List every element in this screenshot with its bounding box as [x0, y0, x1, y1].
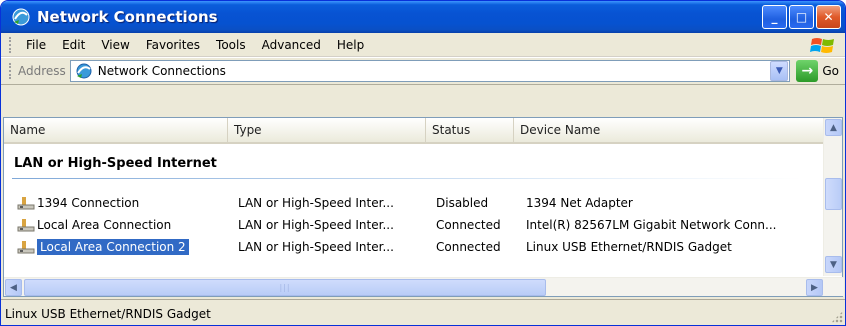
go-label: Go: [822, 64, 839, 78]
connection-name: Local Area Connection: [37, 218, 172, 232]
menu-edit[interactable]: Edit: [54, 38, 93, 52]
list-item[interactable]: Local Area Connection LAN or High-Speed …: [4, 214, 814, 236]
device-name: 1394 Net Adapter: [526, 196, 633, 210]
chevron-down-icon: ▼: [830, 259, 837, 270]
address-value: Network Connections: [97, 64, 226, 78]
list-item-selected[interactable]: Local Area Connection 2 LAN or High-Spee…: [4, 236, 814, 258]
column-header-type[interactable]: Type: [228, 118, 426, 142]
connection-type: LAN or High-Speed Inter...: [238, 218, 394, 232]
title-bar[interactable]: Network Connections _ □ ✕: [1, 1, 845, 33]
vertical-scroll-thumb[interactable]: [825, 178, 842, 210]
network-connections-icon: [76, 63, 92, 79]
connections-list: Name Type Status Device Name LAN or High…: [3, 117, 844, 297]
menu-tools[interactable]: Tools: [208, 38, 254, 52]
name-cell: Local Area Connection 2: [16, 239, 189, 255]
menu-file[interactable]: File: [18, 38, 54, 52]
menu-grip[interactable]: [9, 36, 12, 53]
scroll-right-button[interactable]: ▶: [806, 279, 823, 296]
device-name: Intel(R) 82567LM Gigabit Network Conn...: [526, 218, 777, 232]
address-bar: Address Network Connections ▼ → Go: [1, 57, 845, 85]
address-field[interactable]: Network Connections ▼: [69, 60, 791, 82]
connection-status: Connected: [436, 240, 501, 254]
connection-status: Disabled: [436, 196, 489, 210]
close-button[interactable]: ✕: [816, 5, 841, 29]
maximize-icon: □: [795, 10, 808, 24]
status-text: Linux USB Ethernet/RNDIS Gadget: [5, 306, 211, 321]
menu-advanced[interactable]: Advanced: [254, 38, 329, 52]
status-bar: Linux USB Ethernet/RNDIS Gadget: [1, 299, 845, 325]
scroll-up-button[interactable]: ▲: [825, 119, 842, 136]
network-connections-window: Network Connections _ □ ✕ File Edit View…: [0, 0, 846, 326]
window-title: Network Connections: [37, 8, 218, 26]
vertical-scrollbar[interactable]: ▲ ▼: [823, 118, 842, 276]
connection-type: LAN or High-Speed Inter...: [238, 196, 394, 210]
menu-favorites[interactable]: Favorites: [138, 38, 208, 52]
network-adapter-icon: [17, 219, 35, 232]
scroll-left-button[interactable]: ◀: [5, 279, 22, 296]
column-header-status[interactable]: Status: [426, 118, 514, 142]
horizontal-scroll-thumb[interactable]: |||: [24, 279, 546, 296]
column-header-name[interactable]: Name: [4, 118, 228, 142]
connection-status: Connected: [436, 218, 501, 232]
connection-name: 1394 Connection: [37, 196, 140, 210]
horizontal-scrollbar[interactable]: ◀ ||| ▶: [4, 277, 844, 296]
network-adapter-icon: [17, 241, 35, 254]
group-title: LAN or High-Speed Internet: [14, 156, 217, 171]
minimize-button[interactable]: _: [762, 5, 787, 29]
menu-help[interactable]: Help: [329, 38, 372, 52]
connection-name: Local Area Connection 2: [37, 239, 189, 255]
chevron-down-icon[interactable]: ▼: [770, 61, 789, 81]
windows-logo-icon: [810, 38, 834, 53]
column-headers: Name Type Status Device Name: [4, 118, 824, 144]
address-label: Address: [18, 64, 66, 78]
arrow-right-icon: →: [796, 60, 819, 82]
column-header-device-name[interactable]: Device Name: [514, 118, 824, 142]
close-icon: ✕: [823, 10, 834, 24]
chevron-right-icon: ▶: [811, 282, 818, 293]
list-item[interactable]: 1394 Connection LAN or High-Speed Inter.…: [4, 192, 814, 214]
maximize-button[interactable]: □: [789, 5, 814, 29]
menu-view[interactable]: View: [93, 38, 137, 52]
scroll-down-button[interactable]: ▼: [825, 256, 842, 273]
network-connections-icon: [12, 8, 30, 26]
menu-bar: File Edit View Favorites Tools Advanced …: [1, 33, 845, 57]
group-divider: [12, 178, 802, 179]
name-cell: Local Area Connection: [16, 217, 171, 233]
go-button[interactable]: → Go: [796, 60, 839, 82]
address-grip[interactable]: [9, 63, 12, 79]
minimize-icon: _: [771, 10, 778, 24]
name-cell: 1394 Connection: [16, 195, 139, 211]
resize-grip-icon[interactable]: [831, 311, 843, 323]
connection-type: LAN or High-Speed Inter...: [238, 240, 394, 254]
network-adapter-icon: [17, 197, 35, 210]
chevron-left-icon: ◀: [10, 282, 17, 293]
chevron-up-icon: ▲: [830, 122, 837, 133]
device-name: Linux USB Ethernet/RNDIS Gadget: [526, 240, 732, 254]
